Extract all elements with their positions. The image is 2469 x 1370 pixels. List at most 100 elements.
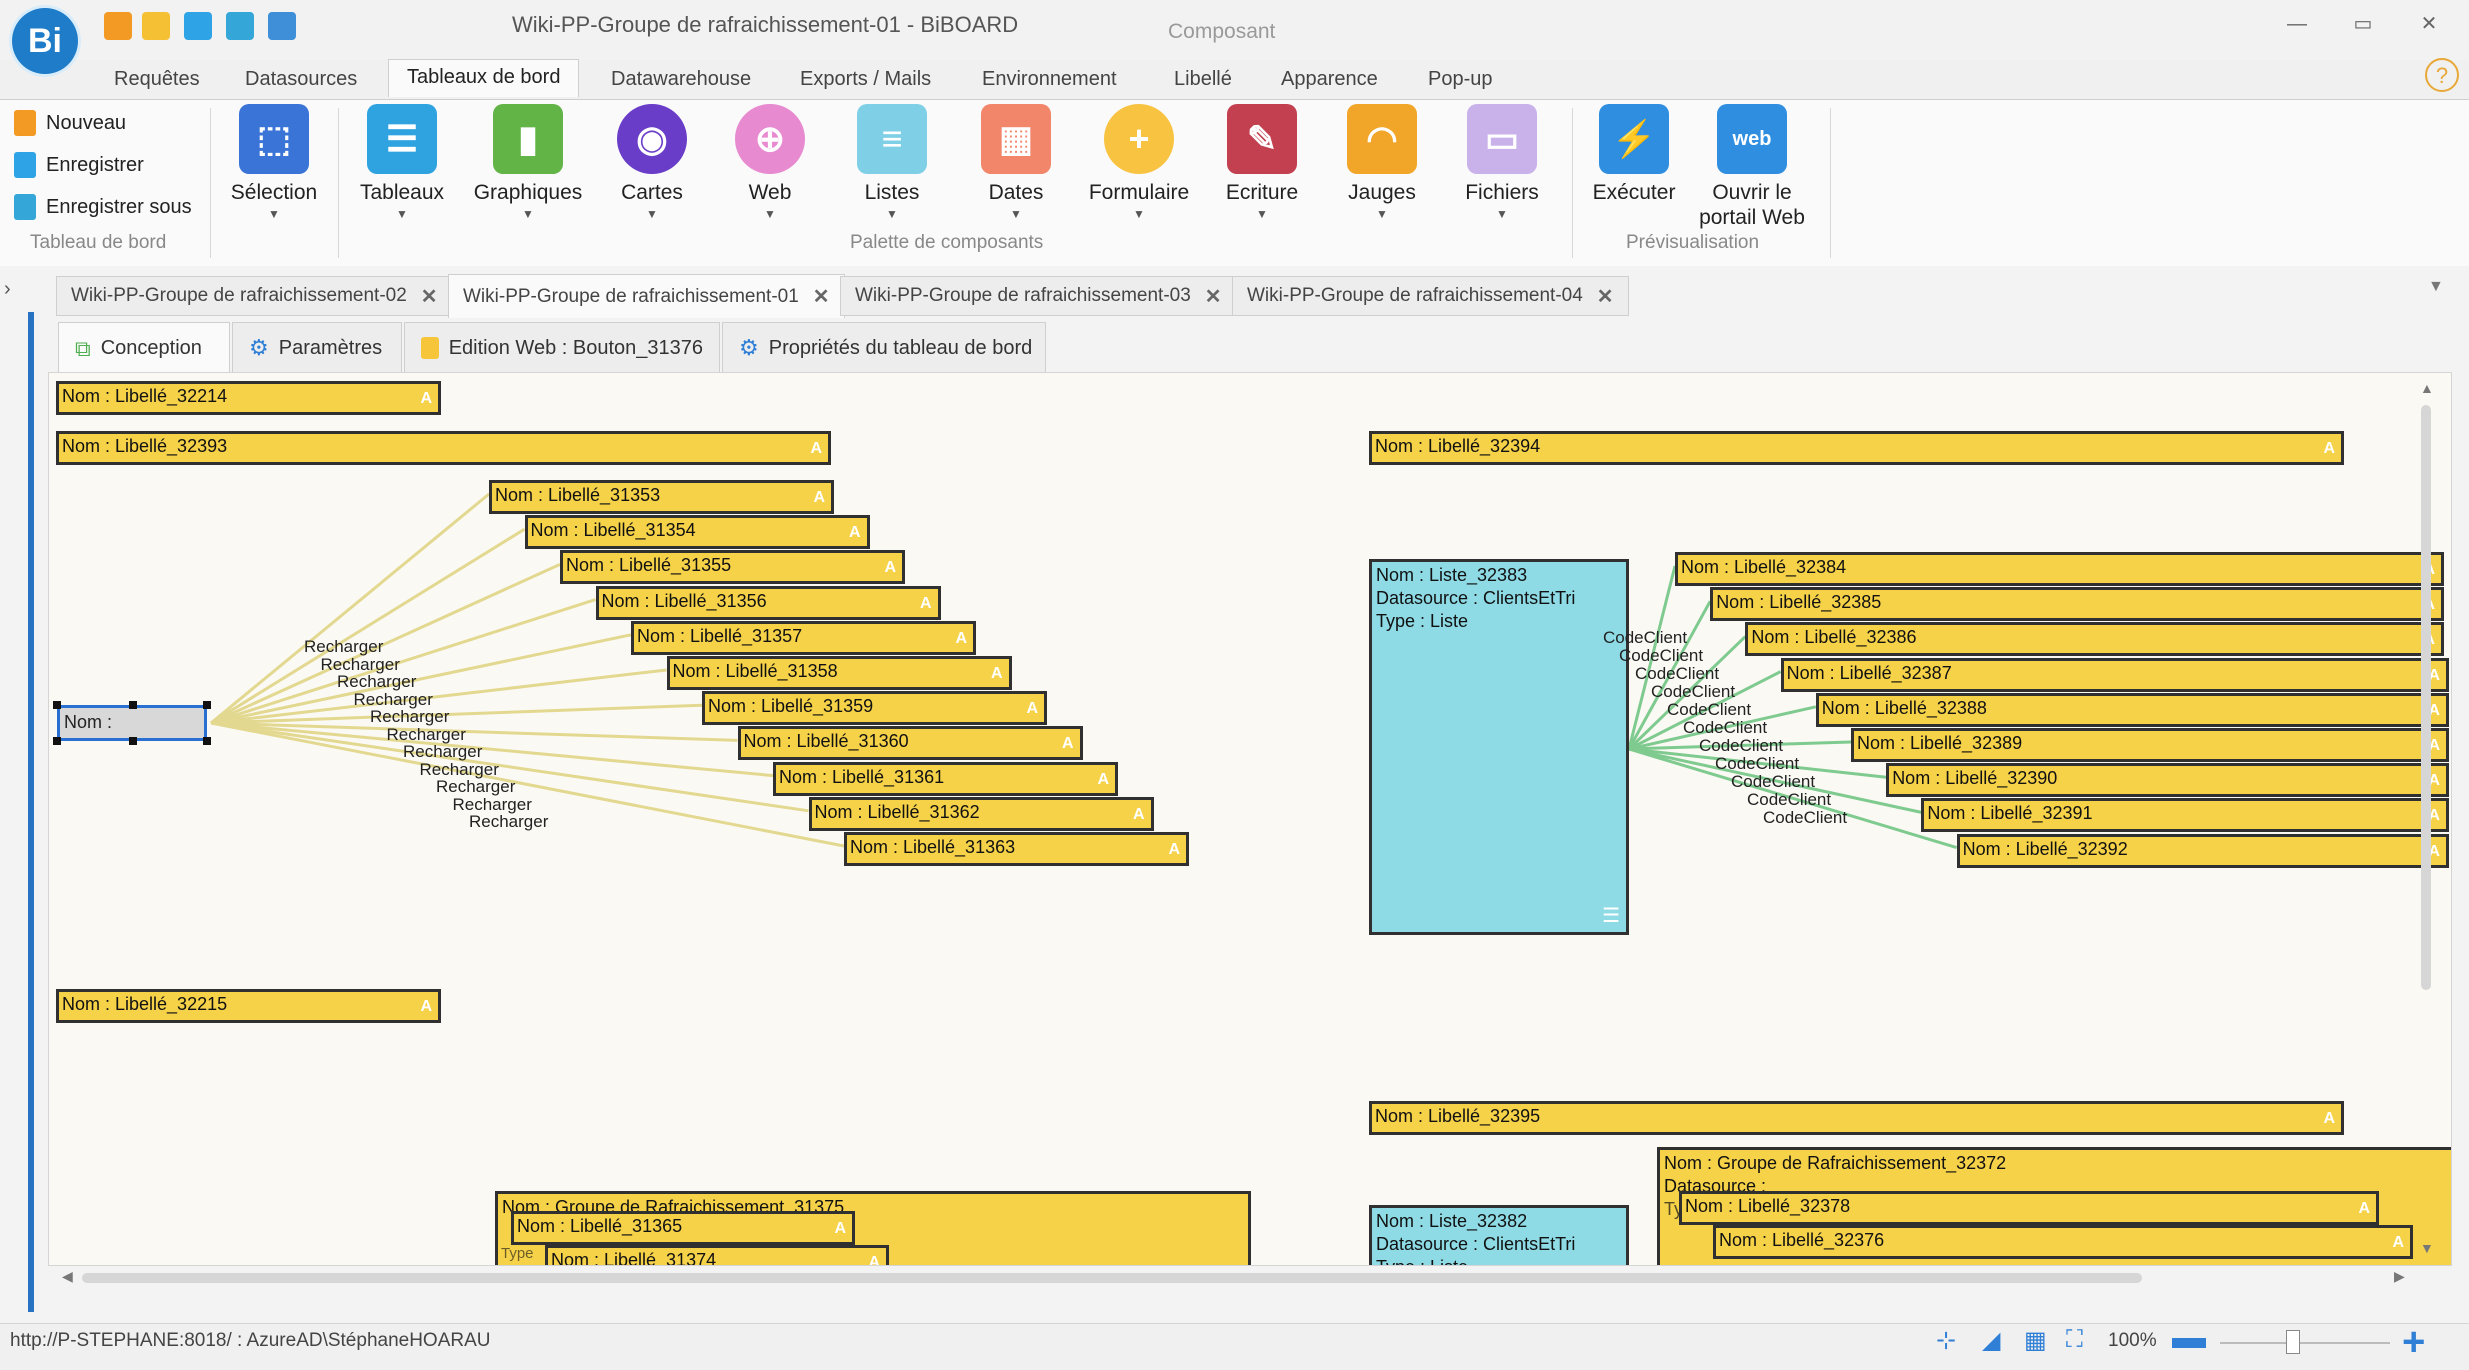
close-tab-icon[interactable]: ✕ — [1597, 284, 1614, 309]
subtab-edition-web[interactable]: Edition Web : Bouton_31376 — [404, 322, 720, 374]
resize-handle[interactable] — [203, 701, 211, 709]
resize-handle[interactable] — [129, 737, 137, 745]
save-icon[interactable] — [184, 12, 212, 40]
ecriture-button[interactable]: ✎ Ecriture ▼ — [1216, 104, 1308, 229]
label-component[interactable]: Nom : Libellé_32395 A — [1369, 1101, 2344, 1135]
executer-button[interactable]: ⚡ Exécuter — [1588, 104, 1680, 229]
expand-panel-icon[interactable]: › — [4, 278, 11, 301]
minimize-button[interactable]: — — [2272, 10, 2322, 38]
new-folder-icon[interactable] — [142, 12, 170, 40]
resize-handle[interactable] — [53, 737, 61, 745]
resize-handle[interactable] — [53, 701, 61, 709]
resize-handle[interactable] — [129, 701, 137, 709]
label-component[interactable]: Nom : Libellé_31361 A Wiki-PP-G — [773, 761, 1118, 796]
close-tab-icon[interactable]: ✕ — [1205, 284, 1222, 309]
snap-icon[interactable]: ◢ — [1982, 1326, 2000, 1355]
label-component[interactable]: Nom : Libellé_31354 A Wiki-PP-G — [524, 515, 870, 550]
resize-handle[interactable] — [203, 737, 211, 745]
close-tab-icon[interactable]: ✕ — [421, 284, 438, 309]
align-icon[interactable]: ⊹ — [1936, 1326, 1956, 1355]
label-component[interactable]: Nom : Libellé_31363 A Wiki-PP-G — [844, 832, 1189, 866]
design-canvas[interactable]: Nom : Libellé_32214 A Nom : Libellé_32393… — [48, 372, 2452, 1266]
new-file-icon[interactable] — [104, 12, 132, 40]
web-button[interactable]: ⊕ Web ▼ — [724, 104, 816, 229]
menu-environnement[interactable]: Environnement — [982, 68, 1117, 91]
doc-tab-02[interactable]: Wiki-PP-Groupe de rafraichissement-02 ✕ — [56, 276, 453, 316]
portail-web-button[interactable]: web Ouvrir le portail Web — [1690, 104, 1814, 229]
listes-button[interactable]: ≡ Listes ▼ — [846, 104, 938, 229]
tabs-overflow-icon[interactable]: ▼ — [2428, 278, 2444, 296]
list-component-32383[interactable]: Nom : Liste_32383 Datasource : ClientsEt… — [1369, 559, 1629, 935]
nouveau-button[interactable]: Nouveau — [14, 106, 126, 140]
list-component-32382[interactable]: Nom : Liste_32382 Datasource : ClientsEt… — [1369, 1205, 1629, 1265]
scroll-down-icon[interactable]: ▼ — [2420, 1240, 2434, 1256]
tableaux-button[interactable]: ☰ Tableaux ▼ — [356, 104, 448, 229]
label-component[interactable]: Nom : Libellé_31358 A Wiki-PP-G — [666, 656, 1012, 690]
app-logo[interactable]: Bi — [12, 8, 78, 74]
menu-tableaux-de-bord[interactable]: Tableaux de bord — [388, 59, 580, 97]
graphiques-button[interactable]: ▮ Graphiques ▼ — [470, 104, 586, 229]
scroll-left-icon[interactable]: ◀ — [62, 1268, 73, 1285]
label-component[interactable]: Nom : Libellé_31359 A Wiki-PP-G — [702, 691, 1047, 726]
menu-datasources[interactable]: Datasources — [245, 68, 357, 91]
menu-exports-mails[interactable]: Exports / Mails — [800, 68, 931, 91]
label-component[interactable]: Nom : Libellé_32393 A — [56, 431, 831, 465]
menu-libelle[interactable]: Libellé — [1174, 68, 1232, 91]
label-component[interactable]: Nom : Libellé_32378 A — [1679, 1191, 2379, 1225]
help-icon[interactable]: ? — [2425, 58, 2459, 92]
horizontal-scrollbar[interactable] — [82, 1273, 2142, 1283]
label-component[interactable]: Nom : Libellé_31362 A Wiki-PP-G — [808, 796, 1154, 831]
close-tab-icon[interactable]: ✕ — [813, 284, 830, 309]
label-component[interactable]: Nom : Libellé_31360 A Wiki-PP-G — [737, 726, 1083, 761]
label-component[interactable]: Nom : Libellé_32214 A — [56, 381, 441, 415]
label-component[interactable]: Nom : Libellé_32215 A — [56, 989, 441, 1023]
zoom-slider-thumb[interactable] — [2286, 1330, 2300, 1354]
label-component[interactable]: Nom : Libellé_32388AClientsEtTri — [1815, 692, 2449, 727]
fichiers-button[interactable]: ▭ Fichiers ▼ — [1456, 104, 1548, 229]
close-button[interactable]: ✕ — [2404, 10, 2454, 38]
restore-button[interactable]: ▭ — [2338, 10, 2388, 38]
zoom-out-icon[interactable] — [2172, 1338, 2206, 1348]
label-component[interactable]: Nom : Libellé_32389AClientsEtTri — [1851, 728, 2449, 762]
subtab-parametres[interactable]: ⚙ Paramètres — [232, 322, 402, 374]
menu-apparence[interactable]: Apparence — [1281, 68, 1378, 91]
label-component[interactable]: Nom : Libellé_32392AClientsEtTri — [1956, 833, 2449, 868]
label-component[interactable]: Nom : Libellé_32394 A — [1369, 431, 2344, 465]
zoom-slider[interactable] — [2220, 1342, 2390, 1344]
label-component[interactable]: Nom : Libellé_31374 A — [545, 1245, 889, 1265]
label-component[interactable]: Nom : Libellé_32384AClientsEtTri — [1675, 552, 2444, 586]
web-portal-icon[interactable] — [268, 12, 296, 40]
doc-tab-01[interactable]: Wiki-PP-Groupe de rafraichissement-01 ✕ — [448, 274, 845, 318]
label-component[interactable]: Nom : Libellé_31356 A Wiki-PP-G — [595, 585, 941, 620]
label-component[interactable]: Nom : Libellé_31353 A Wiki-PP-G — [489, 480, 834, 514]
cartes-button[interactable]: ◉ Cartes ▼ — [606, 104, 698, 229]
save-as-icon[interactable] — [226, 12, 254, 40]
label-component[interactable]: Nom : Libellé_31355 A Wiki-PP-G — [560, 550, 905, 585]
enregistrer-button[interactable]: Enregistrer — [14, 148, 144, 182]
zoom-in-icon[interactable]: + — [2402, 1322, 2425, 1362]
label-component[interactable]: Nom : Libellé_32385AClientsEtTri — [1710, 587, 2444, 622]
subtab-conception[interactable]: ⧉ Conception — [58, 322, 230, 374]
label-component[interactable]: Nom : Libellé_32376 A — [1713, 1225, 2413, 1259]
label-component[interactable]: Nom : Libellé_32387AClientsEtTri — [1780, 657, 2449, 692]
label-component[interactable]: Nom : Libellé_31365 A — [511, 1211, 855, 1245]
scroll-up-icon[interactable]: ▲ — [2420, 380, 2434, 396]
enregistrer-sous-button[interactable]: Enregistrer sous — [14, 190, 192, 224]
menu-popup[interactable]: Pop-up — [1428, 68, 1493, 91]
doc-tab-03[interactable]: Wiki-PP-Groupe de rafraichissement-03 ✕ — [840, 276, 1237, 316]
subtab-proprietes[interactable]: ⚙ Propriétés du tableau de bord — [722, 322, 1046, 374]
doc-tab-04[interactable]: Wiki-PP-Groupe de rafraichissement-04 ✕ — [1232, 276, 1629, 316]
grid-icon[interactable]: ▦ — [2024, 1326, 2047, 1355]
formulaire-button[interactable]: + Formulaire ▼ — [1084, 104, 1194, 229]
label-component[interactable]: Nom : Libellé_32390AClientsEtTri — [1886, 763, 2449, 798]
label-component[interactable]: Nom : Libellé_32391AClientsEtTri — [1921, 798, 2449, 833]
menu-datawarehouse[interactable]: Datawarehouse — [611, 68, 751, 91]
menu-requetes[interactable]: Requêtes — [114, 68, 200, 91]
scroll-right-icon[interactable]: ▶ — [2394, 1268, 2405, 1285]
selected-button-component[interactable]: Nom : — [57, 705, 207, 741]
jauges-button[interactable]: ◠ Jauges ▼ — [1336, 104, 1428, 229]
dates-button[interactable]: ▦ Dates ▼ — [970, 104, 1062, 229]
fit-icon[interactable]: ⛶ — [2066, 1326, 2083, 1354]
label-component[interactable]: Nom : Libellé_32386AClientsEtTri — [1745, 622, 2444, 657]
selection-button[interactable]: ⬚ Sélection ▼ — [228, 104, 320, 229]
